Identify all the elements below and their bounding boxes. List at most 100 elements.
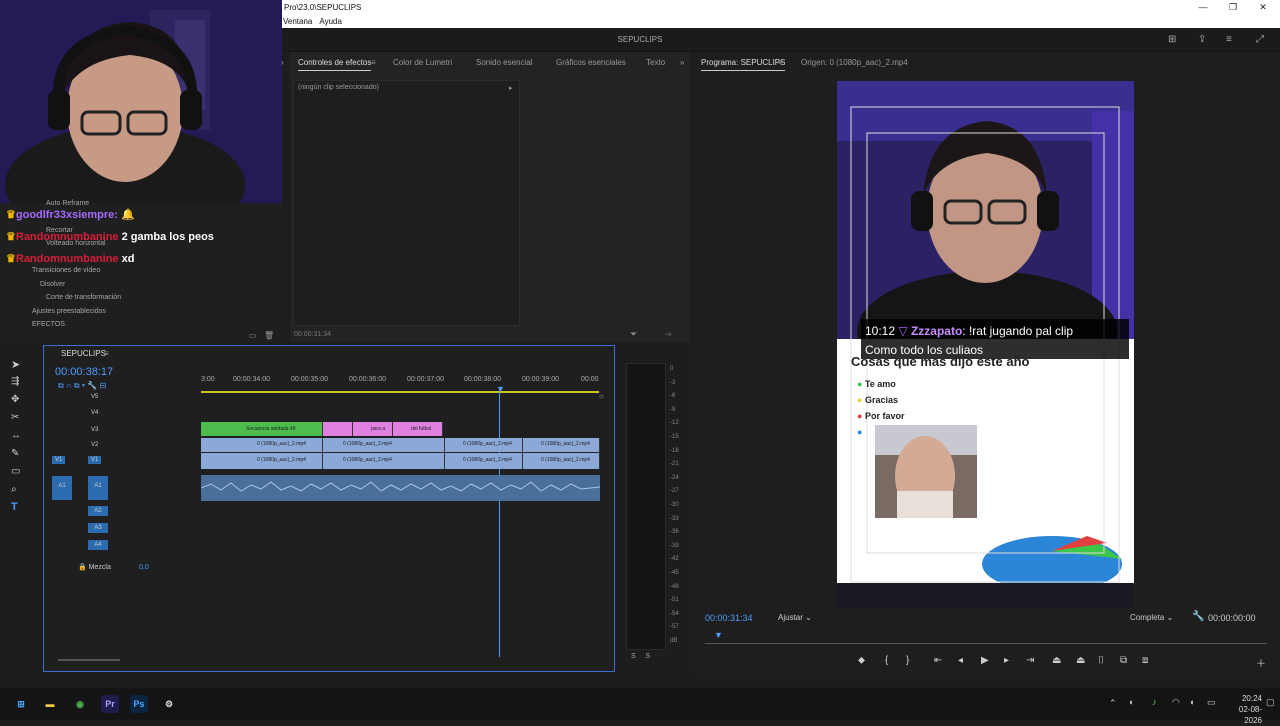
pen-tool-icon[interactable]: ✎ [11, 448, 19, 459]
slip-tool-icon[interactable]: ↔ [11, 430, 21, 441]
layout-icon[interactable]: ⊞ [1168, 34, 1176, 45]
video-clip[interactable]: 0 (1080p_aac)_2.mp4 [323, 453, 445, 469]
graphic-clip[interactable] [323, 422, 353, 436]
multicam-icon[interactable]: ⧈ [1142, 655, 1148, 666]
add-button-icon[interactable]: ＋ [1256, 655, 1266, 670]
windows-start-icon[interactable]: ⊞ [12, 695, 30, 713]
export-icon[interactable]: ⇥ [664, 329, 672, 340]
mix-value[interactable]: 0,0 [139, 564, 149, 571]
source-v1[interactable]: V1 [52, 456, 66, 464]
filter-icon[interactable]: ⏷ [630, 329, 637, 340]
mic-icon[interactable]: ♪ [1152, 697, 1157, 707]
clock[interactable]: 20:24 02-08-2026 [1222, 693, 1262, 726]
track-a3[interactable]: A3 [88, 523, 108, 533]
tab-lumetri[interactable]: Color de Lumetri [393, 58, 452, 67]
playhead-icon[interactable]: ▼ [714, 630, 723, 640]
more-tabs-icon[interactable]: » [680, 58, 684, 67]
ripple-edit-icon[interactable]: ✥ [11, 394, 19, 405]
folder-icon[interactable]: ▭ [249, 331, 257, 340]
graphic-clip[interactable]: del futbol [393, 422, 443, 436]
tab-essential-graphics[interactable]: Gráficos esenciales [556, 58, 626, 67]
graphic-clip[interactable]: para a [353, 422, 393, 436]
notification-icon[interactable]: ▢ [1266, 697, 1275, 708]
play-icon[interactable]: ▶ [981, 655, 989, 666]
tree-item[interactable]: Transiciones de vídeo [32, 267, 100, 274]
playhead-icon[interactable]: ▼ [496, 384, 505, 394]
source-a1[interactable]: A1 [52, 476, 72, 500]
panel-arrow-icon[interactable]: › [281, 58, 284, 67]
obs-icon[interactable]: ⚙ [160, 695, 178, 713]
track-a1[interactable]: A1 [88, 476, 108, 500]
video-clip[interactable]: 0 (1080p_aac)_2.mp4 [445, 453, 523, 469]
tab-menu-icon[interactable]: ≡ [778, 58, 783, 67]
camera-icon[interactable]: ⌷ [1098, 655, 1104, 666]
play-arrow-icon[interactable]: ▸ [509, 84, 513, 92]
track-a4[interactable]: A4 [88, 540, 108, 550]
rectangle-tool-icon[interactable]: ▭ [11, 466, 20, 477]
step-back-icon[interactable]: ◂ [958, 655, 963, 666]
nested-sequence-clip[interactable]: Secuencia anidada 48 [201, 422, 323, 436]
razor-tool-icon[interactable]: ✂ [11, 412, 19, 423]
zoom-scrollbar[interactable] [58, 659, 120, 661]
track-v4[interactable]: V4 [91, 410, 98, 416]
program-timecode[interactable]: 00:00:31:34 [705, 613, 753, 623]
file-explorer-icon[interactable]: ▬ [41, 695, 59, 713]
tree-item[interactable]: Corte de transformación [46, 294, 121, 301]
tray-chevron-icon[interactable]: ⌃ [1109, 698, 1117, 709]
volume-icon[interactable]: ◖ [1189, 697, 1194, 707]
fit-dropdown[interactable]: Ajustar ⌄ [778, 613, 812, 622]
quality-dropdown[interactable]: Completa ⌄ [1130, 613, 1173, 622]
menu-ventana[interactable]: Ventana [283, 17, 312, 26]
track-select-icon[interactable]: ⇶ [11, 376, 19, 387]
selection-tool-icon[interactable]: ➤ [11, 358, 20, 371]
audio-clip-a1[interactable] [200, 475, 601, 501]
go-to-out-icon[interactable]: ⇥ [1026, 655, 1034, 666]
track-v3[interactable]: V3 [91, 427, 98, 433]
maximize-button[interactable]: ❐ [1218, 0, 1248, 15]
timeline-timecode[interactable]: 00:00:38:17 [55, 366, 113, 378]
tree-item[interactable]: Ajustes preestablecidos [32, 308, 106, 315]
premiere-icon[interactable]: Pr [101, 695, 119, 713]
tab-menu-icon[interactable]: ≡ [104, 349, 109, 358]
photoshop-icon[interactable]: Ps [130, 695, 148, 713]
chrome-icon[interactable]: ◉ [71, 695, 89, 713]
step-forward-icon[interactable]: ▸ [1004, 655, 1009, 666]
tab-menu-icon[interactable]: ≡ [371, 58, 376, 67]
wifi-icon[interactable]: ◠ [1172, 697, 1180, 708]
lift-icon[interactable]: ⏏ [1052, 655, 1061, 666]
mark-out-icon[interactable]: } [906, 655, 909, 666]
sequence-tab[interactable]: SEPUCLIPS [61, 349, 106, 358]
tree-item[interactable]: EFECTOS [32, 321, 65, 328]
text-tool-icon[interactable]: T [11, 501, 18, 513]
minimize-button[interactable]: — [1188, 0, 1218, 15]
snap-icon[interactable]: ⧉ ∩ ⧉ ▾ 🔧 ⊟ [58, 381, 106, 391]
menu-ayuda[interactable]: Ayuda [319, 17, 342, 26]
mark-in-icon[interactable]: { [885, 655, 888, 666]
track-v5[interactable]: V5 [91, 394, 98, 400]
tab-essential-sound[interactable]: Sonido esencial [476, 58, 532, 67]
menu-icon[interactable]: ≡ [1226, 34, 1232, 45]
program-scrubber[interactable] [705, 643, 1267, 644]
playhead-line[interactable] [499, 392, 500, 657]
video-clip[interactable]: 0 (1080p_aac)_2.mp4 [201, 453, 323, 469]
work-area-bar[interactable] [201, 391, 599, 393]
extract-icon[interactable]: ⏏ [1076, 655, 1085, 666]
tree-item[interactable]: Disolver [40, 281, 65, 288]
tab-effect-controls[interactable]: Controles de efectos [298, 58, 372, 71]
video-clip[interactable]: 0 (1080p_aac)_2.mp4 [523, 438, 600, 452]
close-button[interactable]: ✕ [1248, 0, 1278, 15]
trash-icon[interactable]: 🗑 [264, 331, 274, 340]
tab-program[interactable]: Programa: SEPUCLIPS [701, 58, 786, 71]
tab-text[interactable]: Texto [646, 58, 665, 67]
go-to-in-icon[interactable]: ⇤ [934, 655, 942, 666]
track-v1[interactable]: V1 [88, 456, 102, 464]
track-a2[interactable]: A2 [88, 506, 108, 516]
discord-icon[interactable]: ◐ [1129, 697, 1134, 707]
scroll-handle-icon[interactable]: ○ [599, 392, 604, 401]
zoom-tool-icon[interactable]: ⌕ [11, 484, 17, 495]
video-clip[interactable]: 0 (1080p_aac)_2.mp4 [201, 438, 323, 452]
tab-source[interactable]: Origen: 0 (1080p_aac)_2.mp4 [801, 58, 908, 67]
video-clip[interactable]: 0 (1080p_aac)_2.mp4 [445, 438, 523, 452]
solo-buttons[interactable]: S S [631, 653, 650, 660]
tree-item[interactable]: Auto Reframe [46, 200, 89, 207]
